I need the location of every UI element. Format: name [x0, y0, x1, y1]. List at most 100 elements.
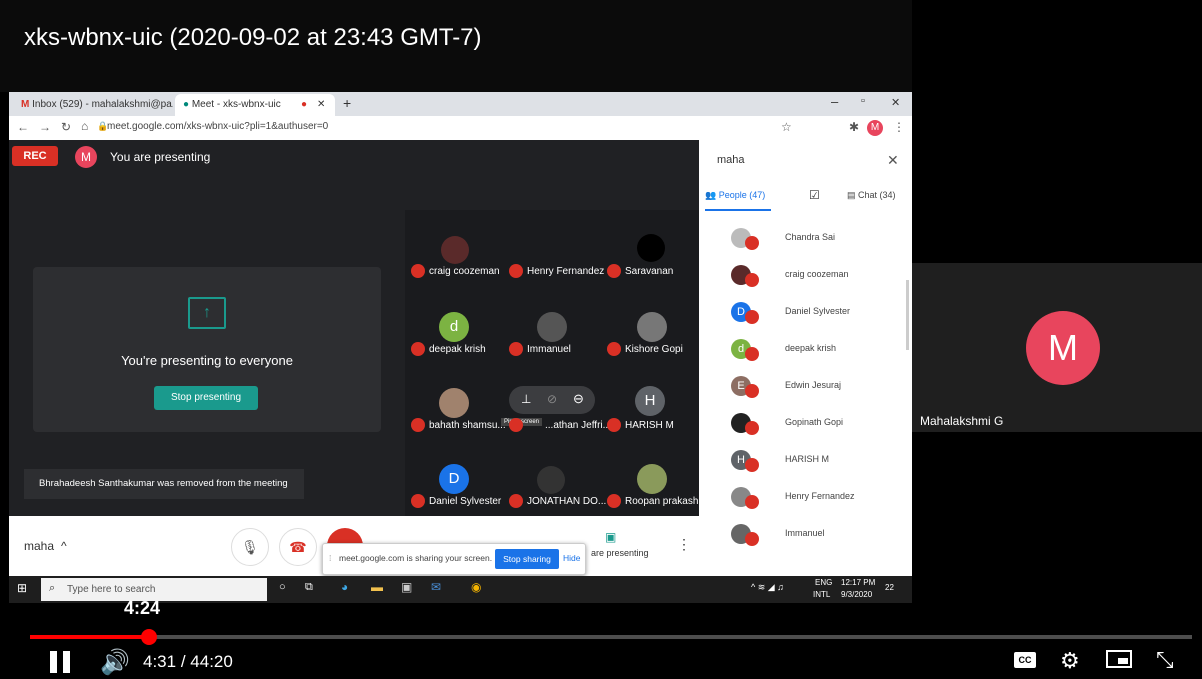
pin-icon[interactable]: ⊥	[521, 392, 531, 406]
time-separator: /	[180, 652, 186, 671]
reload-icon[interactable]: ↻	[61, 120, 71, 134]
mail-icon[interactable]: ✉	[431, 580, 441, 594]
hide-button[interactable]: Hide	[563, 553, 580, 563]
tab-label: Inbox (529) - mahalakshmi@pa...	[32, 99, 173, 110]
volume-icon[interactable]: 🔊	[100, 648, 130, 677]
tab-meet[interactable]: ● Meet - xks-wbnx-uic ● ✕	[175, 94, 335, 116]
tile-name: Immanuel	[527, 344, 571, 355]
hangup-icon[interactable]: ☎	[279, 528, 317, 566]
mic-off-icon	[607, 494, 621, 508]
windows-start-icon[interactable]: ⊞	[17, 581, 27, 595]
participant-name: craig coozeman	[785, 269, 849, 279]
chevron-up-icon[interactable]: ^	[61, 539, 67, 553]
more-options-icon[interactable]: ⋮	[677, 536, 691, 553]
restore-icon[interactable]: ▫	[861, 95, 865, 107]
tab-chat[interactable]: ▤ Chat (34)	[847, 190, 896, 201]
hover-time-tooltip: 4:24	[124, 598, 161, 618]
gmail-icon: M	[21, 99, 30, 110]
mic-off-icon	[607, 418, 621, 432]
mic-off-icon	[745, 347, 759, 361]
stop-presenting-button[interactable]: Stop presenting	[154, 386, 258, 410]
stop-sharing-button[interactable]: Stop sharing	[495, 549, 559, 569]
taskbar-date[interactable]: 9/3/2020	[841, 590, 872, 599]
url-field[interactable]: meet.google.com/xks-wbnx-uic?pli=1&authu…	[107, 121, 328, 132]
mic-off-icon	[607, 342, 621, 356]
list-item[interactable]: D Daniel Sylvester	[699, 296, 912, 333]
new-tab-icon[interactable]: +	[343, 95, 351, 111]
profile-avatar[interactable]: M	[867, 120, 883, 136]
edge-icon[interactable]: ◕	[341, 580, 348, 594]
video-player[interactable]: xks-wbnx-uic (2020-09-02 at 23:43 GMT-7)…	[0, 0, 1202, 679]
notification-count[interactable]: 22	[885, 583, 894, 592]
back-icon[interactable]: ←	[17, 120, 29, 134]
mute-icon[interactable]: ⊘	[547, 392, 557, 406]
notification-toast: Bhrahadeesh Santhakumar was removed from…	[24, 469, 304, 499]
settings-gear-icon[interactable]: ⚙	[1060, 648, 1080, 674]
scrubber-handle[interactable]	[141, 629, 157, 645]
list-item[interactable]: Henry Fernandez	[699, 481, 912, 518]
extensions-icon[interactable]: ✱	[849, 120, 859, 134]
task-view-icon[interactable]: ⧉	[305, 581, 313, 594]
drag-handle-icon[interactable]: ⁞	[329, 553, 331, 563]
list-item[interactable]: Chandra Sai	[699, 222, 912, 259]
avatar	[637, 234, 665, 262]
microphone-icon[interactable]: 🎙	[231, 528, 269, 566]
chat-icon: ▤	[847, 190, 856, 200]
close-tab-icon[interactable]: ✕	[317, 94, 325, 116]
mic-off-icon	[509, 418, 523, 432]
list-item[interactable]: E Edwin Jesuraj	[699, 370, 912, 407]
tab-chat-label: Chat (34)	[858, 190, 896, 200]
tile-name: Roopan prakash	[625, 496, 699, 507]
lang-sub-label[interactable]: INTL	[813, 590, 830, 599]
miniplayer-icon[interactable]	[1106, 650, 1132, 668]
avatar: H	[635, 386, 665, 416]
menu-icon[interactable]: ⋮	[893, 120, 905, 134]
list-item[interactable]: Immanuel	[699, 518, 912, 555]
mic-off-icon	[745, 458, 759, 472]
cortana-icon[interactable]: ○	[279, 581, 286, 593]
progress-bar[interactable]	[30, 635, 1192, 639]
exit-fullscreen-icon[interactable]: ⤡	[1156, 647, 1174, 673]
present-icon[interactable]: ▣	[605, 530, 616, 544]
tray-icons[interactable]: ^ ≋ ◢ ♫	[751, 582, 784, 593]
mic-off-icon	[745, 273, 759, 287]
list-item[interactable]: H HARISH M	[699, 444, 912, 481]
people-search-input[interactable]: maha	[717, 154, 745, 166]
activities-icon[interactable]: ☑	[809, 188, 820, 202]
store-icon[interactable]: ▣	[401, 580, 412, 594]
list-item[interactable]: d deepak krish	[699, 333, 912, 370]
share-notice-text: meet.google.com is sharing your screen.	[339, 553, 493, 563]
file-explorer-icon[interactable]: ▬	[371, 580, 383, 594]
close-icon[interactable]: ✕	[887, 152, 899, 169]
minimize-icon[interactable]: –	[831, 94, 838, 109]
mic-off-icon	[745, 384, 759, 398]
meeting-name[interactable]: maha	[24, 539, 54, 553]
forward-icon[interactable]: →	[39, 120, 51, 134]
close-window-icon[interactable]: ✕	[891, 96, 900, 109]
chrome-icon[interactable]: ◉	[471, 580, 481, 594]
tile-name: Kishore Gopi	[625, 344, 683, 355]
tab-inbox[interactable]: M Inbox (529) - mahalakshmi@pa...	[13, 94, 173, 116]
avatar	[637, 312, 667, 342]
active-tab-indicator	[705, 209, 771, 211]
tab-people[interactable]: 👥 People (47)	[705, 190, 765, 201]
list-item[interactable]: craig coozeman	[699, 259, 912, 296]
star-icon[interactable]: ☆	[781, 120, 792, 134]
pause-icon[interactable]	[50, 651, 72, 675]
lang-label[interactable]: ENG	[815, 578, 832, 587]
search-icon: ⌕	[49, 582, 56, 594]
recording-dot-icon: ●	[301, 99, 308, 110]
taskbar-time[interactable]: 12:17 PM	[841, 578, 875, 587]
list-item[interactable]: Gopinath Gopi	[699, 407, 912, 444]
meet-icon: ●	[183, 99, 190, 110]
captions-icon[interactable]: CC	[1014, 652, 1036, 668]
rec-badge: REC	[12, 146, 58, 166]
mic-off-icon	[509, 342, 523, 356]
scrollbar[interactable]	[906, 280, 909, 350]
participant-name: Chandra Sai	[785, 232, 836, 242]
home-icon[interactable]: ⌂	[81, 119, 88, 133]
avatar	[441, 236, 469, 264]
current-time: 4:31	[143, 652, 177, 671]
remove-icon[interactable]: ⊖	[573, 391, 584, 407]
participant-name: Daniel Sylvester	[785, 306, 851, 316]
